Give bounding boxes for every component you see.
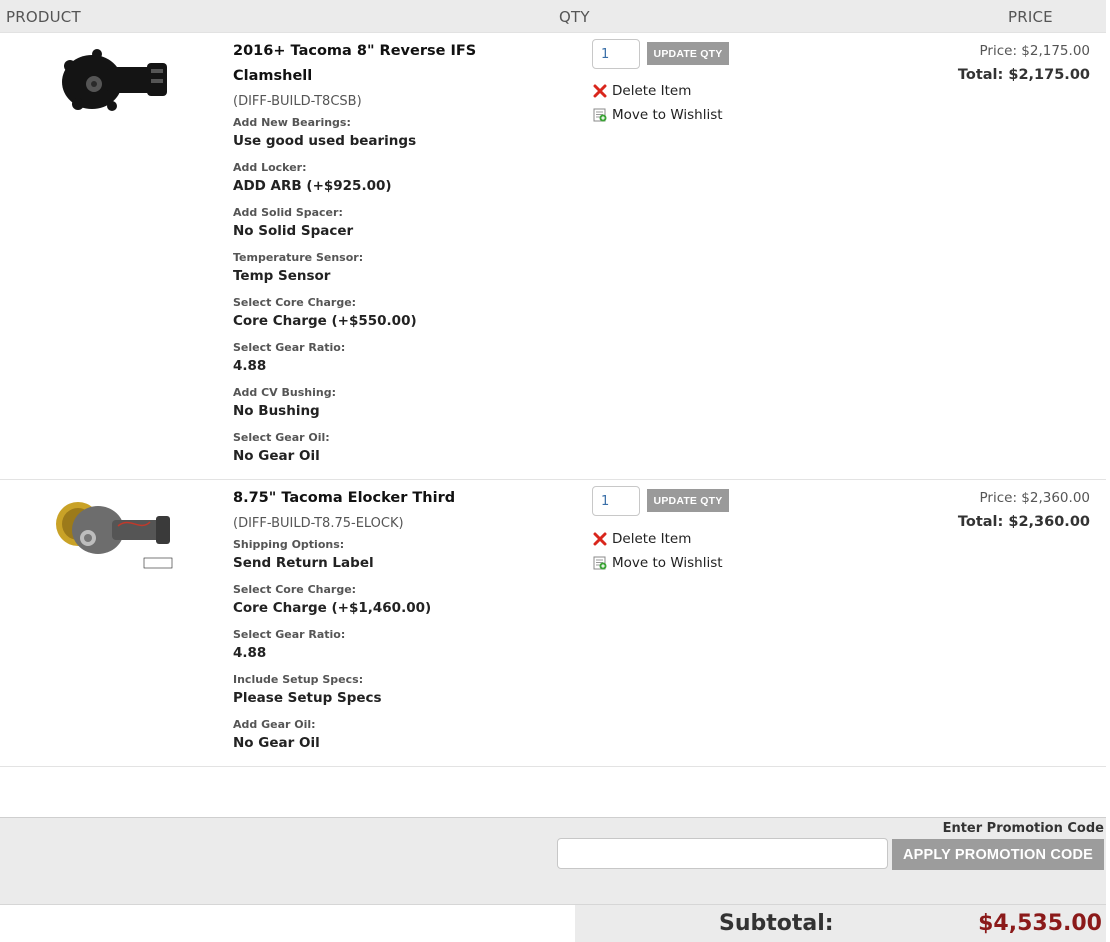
- delete-item-label: Delete Item: [612, 531, 692, 547]
- delete-item-label: Delete Item: [612, 83, 692, 99]
- product-option: Add Gear Oil: No Gear Oil: [233, 717, 431, 762]
- column-header-price: PRICE: [1008, 8, 1053, 26]
- product-option: Include Setup Specs: Please Setup Specs: [233, 672, 431, 717]
- option-value: No Bushing: [233, 403, 320, 419]
- option-label: Add Locker:: [233, 161, 307, 174]
- move-to-wishlist-icon: [593, 108, 607, 122]
- option-value: 4.88: [233, 645, 267, 661]
- option-label: Temperature Sensor:: [233, 251, 364, 264]
- move-to-wishlist-label: Move to Wishlist: [612, 555, 723, 571]
- subtotal-bar: Subtotal: $4,535.00: [575, 905, 1106, 942]
- move-to-wishlist-link[interactable]: Move to Wishlist: [593, 555, 723, 571]
- promotion-code-input[interactable]: [557, 838, 888, 869]
- option-value: Use good used bearings: [233, 133, 417, 149]
- option-value: No Gear Oil: [233, 448, 320, 464]
- option-label: Shipping Options:: [233, 538, 345, 551]
- promotion-code-section: Enter Promotion Code APPLY PROMOTION COD…: [0, 817, 1106, 905]
- red-x-icon: [593, 532, 607, 546]
- promotion-code-label: Enter Promotion Code: [942, 821, 1104, 836]
- option-label: Include Setup Specs:: [233, 673, 364, 686]
- column-header-product: PRODUCT: [6, 8, 81, 26]
- product-thumbnail-clamshell[interactable]: [52, 42, 174, 130]
- option-label: Select Core Charge:: [233, 296, 357, 309]
- product-option: Select Gear Ratio: 4.88: [233, 340, 417, 385]
- option-value: Core Charge (+$1,460.00): [233, 600, 432, 616]
- product-sku: (DIFF-BUILD-T8.75-ELOCK): [233, 516, 404, 531]
- red-x-icon: [593, 84, 607, 98]
- move-to-wishlist-icon: [593, 556, 607, 570]
- product-name[interactable]: 8.75" Tacoma Elocker Third: [233, 486, 533, 511]
- product-option: Select Gear Ratio: 4.88: [233, 627, 431, 672]
- option-value: No Solid Spacer: [233, 223, 354, 239]
- option-label: Select Gear Ratio:: [233, 341, 346, 354]
- option-value: Send Return Label: [233, 555, 374, 571]
- column-header-qty: QTY: [559, 8, 590, 26]
- delete-item-link[interactable]: Delete Item: [593, 531, 691, 547]
- update-qty-button[interactable]: UPDATE QTY: [647, 42, 729, 65]
- product-option: Shipping Options: Send Return Label: [233, 537, 431, 582]
- update-qty-button[interactable]: UPDATE QTY: [647, 489, 729, 512]
- item-divider: [0, 766, 1106, 767]
- option-label: Select Gear Ratio:: [233, 628, 346, 641]
- product-option: Add CV Bushing: No Bushing: [233, 385, 417, 430]
- option-label: Add Solid Spacer:: [233, 206, 343, 219]
- option-value: No Gear Oil: [233, 735, 320, 751]
- option-label: Add CV Bushing:: [233, 386, 336, 399]
- move-to-wishlist-link[interactable]: Move to Wishlist: [593, 107, 723, 123]
- option-value: Temp Sensor: [233, 268, 331, 284]
- option-value: Please Setup Specs: [233, 690, 382, 706]
- product-option: Select Gear Oil: No Gear Oil: [233, 430, 417, 475]
- delete-item-link[interactable]: Delete Item: [593, 83, 691, 99]
- product-option: Temperature Sensor: Temp Sensor: [233, 250, 417, 295]
- option-value: Core Charge (+$550.00): [233, 313, 417, 329]
- item-divider: [0, 479, 1106, 480]
- option-label: Add Gear Oil:: [233, 718, 316, 731]
- product-options: Shipping Options: Send Return Label Selec…: [233, 537, 431, 762]
- product-sku: (DIFF-BUILD-T8CSB): [233, 94, 362, 109]
- option-label: Add New Bearings:: [233, 116, 351, 129]
- quantity-input[interactable]: [592, 486, 640, 516]
- product-thumbnail-elocker[interactable]: [52, 486, 174, 574]
- option-value: ADD ARB (+$925.00): [233, 178, 392, 194]
- move-to-wishlist-label: Move to Wishlist: [612, 107, 723, 123]
- subtotal-label: Subtotal:: [719, 911, 834, 936]
- apply-promotion-code-button[interactable]: APPLY PROMOTION CODE: [892, 839, 1104, 870]
- line-total: Total: $2,175.00: [957, 67, 1090, 83]
- product-option: Add Solid Spacer: No Solid Spacer: [233, 205, 417, 250]
- unit-price: Price: $2,360.00: [979, 490, 1090, 506]
- line-total: Total: $2,360.00: [957, 514, 1090, 530]
- option-label: Select Gear Oil:: [233, 431, 330, 444]
- product-option: Select Core Charge: Core Charge (+$1,460.…: [233, 582, 431, 627]
- product-option: Add Locker: ADD ARB (+$925.00): [233, 160, 417, 205]
- product-option: Add New Bearings: Use good used bearings: [233, 115, 417, 160]
- quantity-input[interactable]: [592, 39, 640, 69]
- product-name[interactable]: 2016+ Tacoma 8" Reverse IFS Clamshell: [233, 39, 533, 89]
- option-label: Select Core Charge:: [233, 583, 357, 596]
- unit-price: Price: $2,175.00: [979, 43, 1090, 59]
- subtotal-value: $4,535.00: [978, 911, 1102, 936]
- cart-column-header: PRODUCT QTY PRICE: [0, 0, 1106, 33]
- product-option: Select Core Charge: Core Charge (+$550.00…: [233, 295, 417, 340]
- option-value: 4.88: [233, 358, 267, 374]
- product-options: Add New Bearings: Use good used bearings …: [233, 115, 417, 475]
